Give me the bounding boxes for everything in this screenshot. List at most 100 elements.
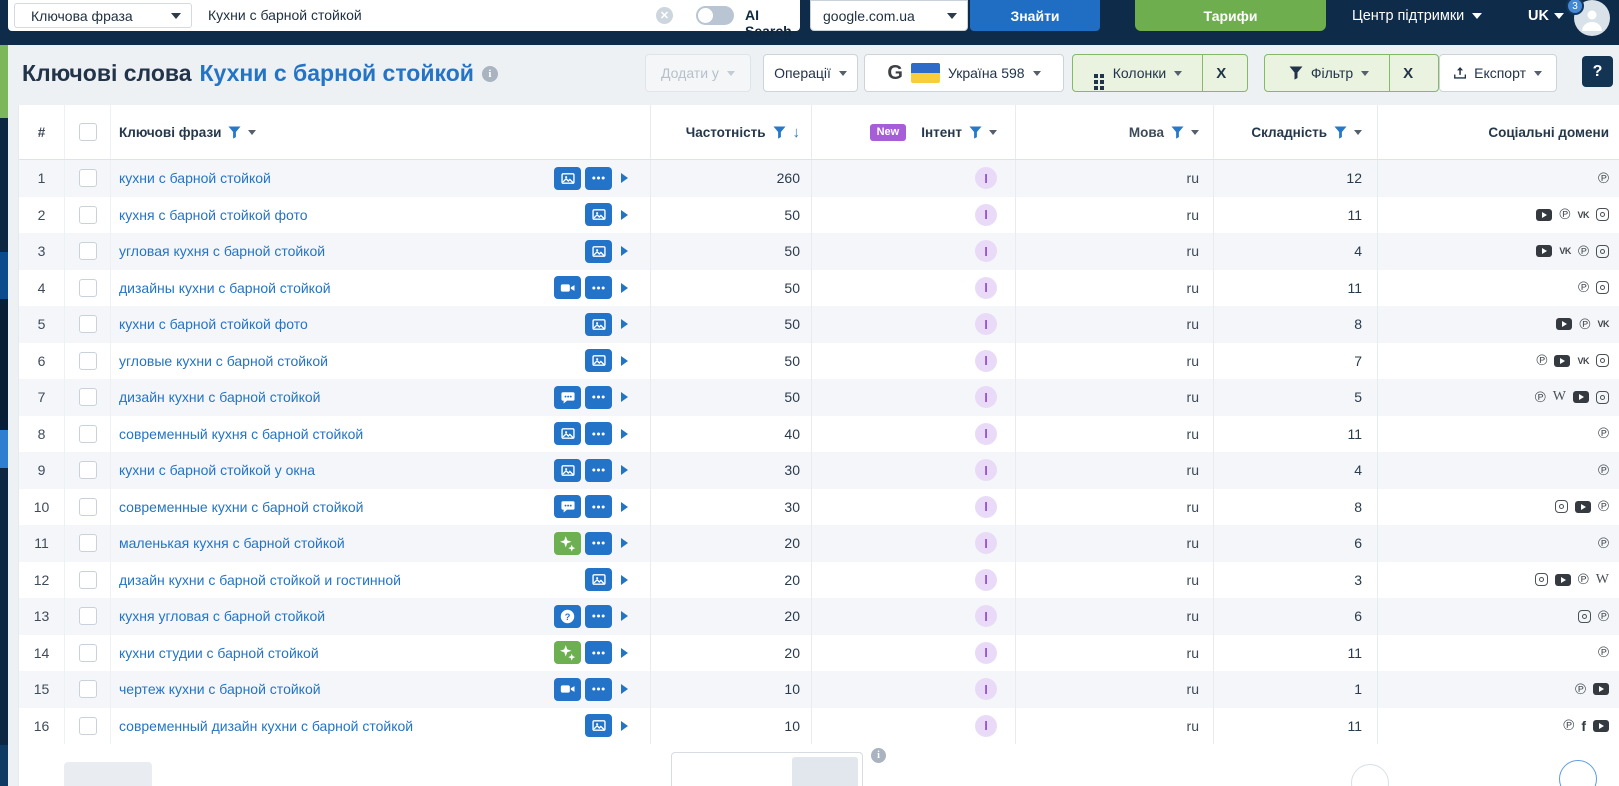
expand-row-icon[interactable] (621, 282, 628, 293)
ai-search-toggle[interactable] (696, 6, 734, 25)
row-checkbox[interactable] (78, 278, 97, 297)
expand-row-icon[interactable] (621, 355, 628, 366)
more-actions-button[interactable] (585, 385, 612, 409)
row-checkbox[interactable] (78, 169, 97, 188)
row-checkbox[interactable] (78, 716, 97, 735)
columns-reset-button[interactable]: X (1202, 55, 1239, 91)
more-actions-button[interactable] (585, 276, 612, 300)
row-checkbox[interactable] (78, 205, 97, 224)
serp-feature-image-icon[interactable] (554, 422, 581, 446)
expand-row-icon[interactable] (621, 720, 628, 731)
chevron-down-icon[interactable] (1191, 129, 1199, 135)
keyword-link[interactable]: кухня с барной стойкой фото (119, 207, 308, 223)
filter-funnel-icon[interactable] (228, 125, 242, 139)
more-actions-button[interactable] (585, 458, 612, 482)
keyword-link[interactable]: кухни студии с барной стойкой (119, 645, 319, 661)
serp-feature-image-icon[interactable] (585, 568, 612, 592)
expand-row-icon[interactable] (621, 684, 628, 695)
chevron-down-icon[interactable] (248, 129, 257, 135)
row-checkbox[interactable] (78, 570, 97, 589)
export-button[interactable]: Експорт (1439, 54, 1557, 92)
more-actions-button[interactable] (585, 531, 612, 555)
keyword-link[interactable]: современный кухня с барной стойкой (119, 426, 363, 442)
operations-button[interactable]: Операції (763, 54, 858, 92)
serp-feature-question-icon[interactable]: ? (554, 604, 581, 628)
serp-feature-image-icon[interactable] (554, 458, 581, 482)
row-checkbox[interactable] (78, 315, 97, 334)
expand-row-icon[interactable] (621, 465, 628, 476)
more-actions-button[interactable] (585, 495, 612, 519)
keyword-link[interactable]: дизайны кухни с барной стойкой (119, 280, 331, 296)
row-checkbox[interactable] (78, 461, 97, 480)
keyword-link[interactable]: кухня угловая с барной стойкой (119, 608, 325, 624)
expand-row-icon[interactable] (621, 538, 628, 549)
expand-row-icon[interactable] (621, 319, 628, 330)
filter-funnel-icon[interactable] (772, 125, 786, 139)
filter-funnel-icon[interactable] (1334, 125, 1347, 139)
expand-row-icon[interactable] (621, 611, 628, 622)
serp-feature-image-icon[interactable] (554, 166, 581, 190)
footer-button[interactable] (64, 762, 152, 786)
row-checkbox[interactable] (78, 388, 97, 407)
serp-feature-image-icon[interactable] (585, 714, 612, 738)
select-all-checkbox[interactable] (78, 123, 97, 141)
filter-reset-button[interactable]: X (1389, 55, 1426, 91)
serp-feature-image-icon[interactable] (585, 312, 612, 336)
sort-desc-icon[interactable]: ↓ (793, 125, 801, 140)
keyword-link[interactable]: современный дизайн кухни с барной стойко… (119, 718, 413, 734)
expand-row-icon[interactable] (621, 574, 628, 585)
find-button[interactable]: Знайти (970, 0, 1100, 31)
filter-funnel-icon[interactable] (969, 125, 982, 139)
info-icon[interactable]: i (871, 748, 886, 763)
keyword-type-dropdown[interactable]: Ключова фраза (14, 3, 192, 28)
info-icon[interactable]: i (481, 65, 498, 82)
page-size-button[interactable] (792, 757, 858, 786)
filter-funnel-icon[interactable] (1171, 125, 1184, 139)
keyword-link[interactable]: угловые кухни с барной стойкой (119, 353, 328, 369)
row-checkbox[interactable] (78, 607, 97, 626)
support-center-menu[interactable]: Центр підтримки (1352, 8, 1483, 24)
expand-row-icon[interactable] (621, 209, 628, 220)
columns-button[interactable]: Колонки (1081, 55, 1194, 91)
serp-feature-sparkle-icon[interactable] (554, 531, 581, 555)
search-input[interactable]: Кухни с барной стойкой (208, 7, 362, 23)
expand-row-icon[interactable] (621, 246, 628, 257)
expand-row-icon[interactable] (621, 173, 628, 184)
pagination-prev-button[interactable] (1351, 764, 1389, 786)
keyword-link[interactable]: угловая кухня с барной стойкой (119, 243, 325, 259)
row-checkbox[interactable] (78, 643, 97, 662)
more-actions-button[interactable] (585, 604, 612, 628)
page-size-select[interactable] (671, 752, 863, 786)
more-actions-button[interactable] (585, 677, 612, 701)
more-actions-button[interactable] (585, 166, 612, 190)
search-engine-select[interactable]: google.com.ua (810, 0, 968, 31)
keyword-link[interactable]: маленькая кухня с барной стойкой (119, 535, 345, 551)
row-checkbox[interactable] (78, 497, 97, 516)
help-button[interactable]: ? (1582, 56, 1613, 87)
keyword-link[interactable]: дизайн кухни с барной стойкой (119, 389, 321, 405)
keyword-link[interactable]: чертеж кухни с барной стойкой (119, 681, 321, 697)
expand-row-icon[interactable] (621, 392, 628, 403)
chevron-down-icon[interactable] (989, 129, 997, 135)
chevron-down-icon[interactable] (1354, 129, 1362, 135)
expand-row-icon[interactable] (621, 647, 628, 658)
row-checkbox[interactable] (78, 534, 97, 553)
serp-feature-image-icon[interactable] (585, 203, 612, 227)
more-actions-button[interactable] (585, 641, 612, 665)
serp-feature-video-icon[interactable] (554, 677, 581, 701)
keyword-link[interactable]: дизайн кухни с барной стойкой и гостинно… (119, 572, 401, 588)
row-checkbox[interactable] (78, 424, 97, 443)
keyword-link[interactable]: кухни с барной стойкой (119, 170, 271, 186)
serp-feature-chat-icon[interactable] (554, 495, 581, 519)
expand-row-icon[interactable] (621, 428, 628, 439)
row-checkbox[interactable] (78, 242, 97, 261)
keyword-link[interactable]: кухни с барной стойкой фото (119, 316, 308, 332)
clear-search-icon[interactable]: ✕ (656, 7, 673, 24)
more-actions-button[interactable] (585, 422, 612, 446)
serp-feature-chat-icon[interactable] (554, 385, 581, 409)
language-switcher[interactable]: UK (1528, 8, 1564, 24)
keyword-link[interactable]: кухни с барной стойкой у окна (119, 462, 315, 478)
serp-feature-image-icon[interactable] (585, 349, 612, 373)
serp-feature-video-icon[interactable] (554, 276, 581, 300)
expand-row-icon[interactable] (621, 501, 628, 512)
